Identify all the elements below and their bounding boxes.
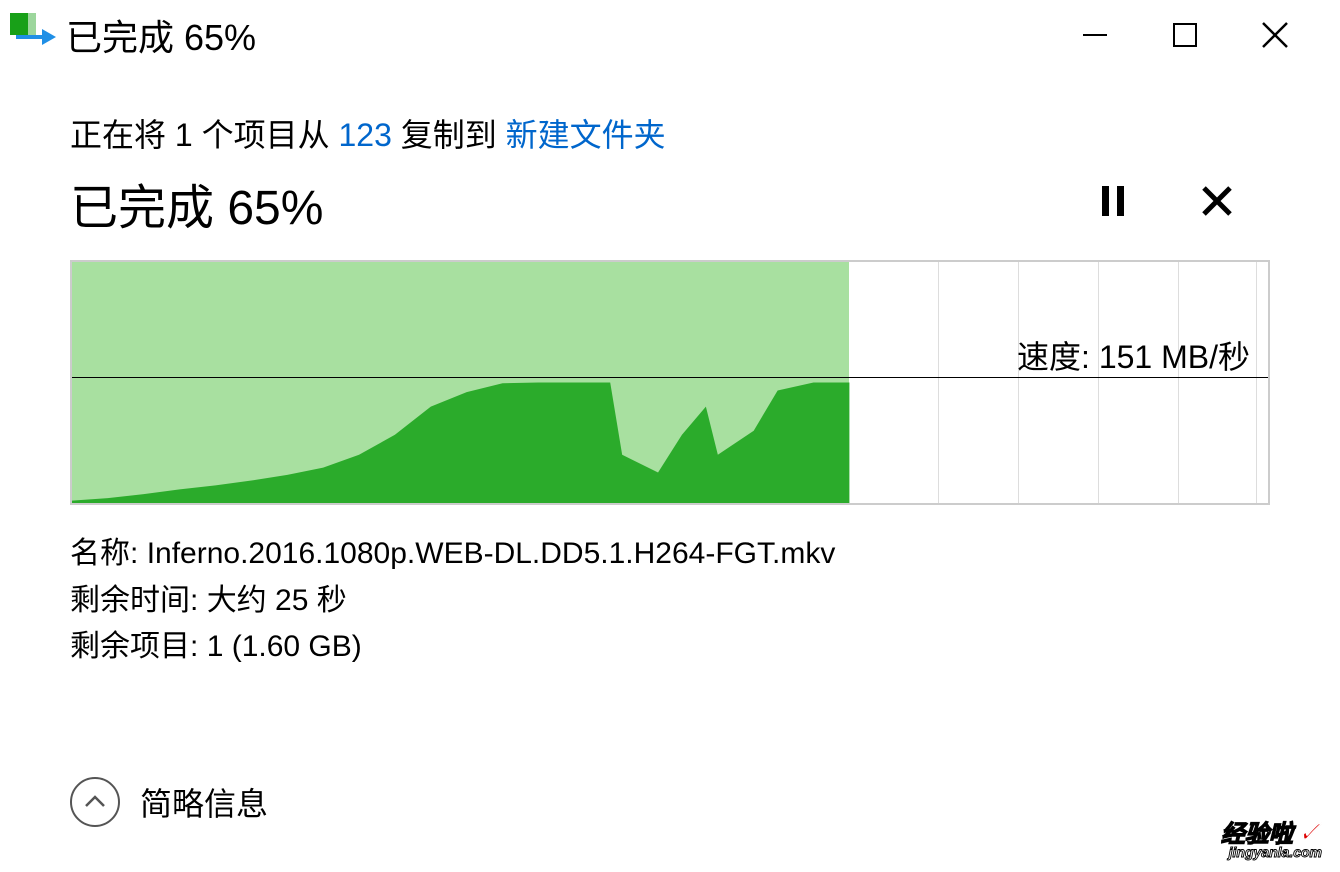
copy-middle: 复制到 bbox=[392, 117, 506, 153]
copy-prefix: 正在将 1 个项目从 bbox=[70, 117, 338, 153]
speed-chart: 速度: 151 MB/秒 bbox=[70, 260, 1270, 505]
cancel-button[interactable] bbox=[1194, 178, 1240, 229]
detail-name-label: 名称: bbox=[70, 537, 138, 570]
pause-button[interactable] bbox=[1092, 178, 1134, 229]
detail-items-row: 剩余项目: 1 (1.60 GB) bbox=[70, 624, 1270, 671]
transfer-details: 名称: Inferno.2016.1080p.WEB-DL.DD5.1.H264… bbox=[70, 531, 1270, 671]
chevron-up-icon bbox=[70, 777, 120, 827]
detail-time-value: 大约 25 秒 bbox=[207, 584, 347, 617]
speed-curve bbox=[72, 262, 1268, 503]
watermark: 经验啦✓ jingyanla.com bbox=[1221, 814, 1322, 860]
close-button[interactable] bbox=[1230, 5, 1320, 65]
progress-percent-text: 已完成 65% bbox=[70, 168, 1092, 238]
detail-items-label: 剩余项目: bbox=[70, 630, 198, 663]
source-folder-link[interactable]: 123 bbox=[338, 117, 391, 153]
progress-row: 已完成 65% bbox=[70, 168, 1270, 238]
titlebar: 已完成 65% bbox=[0, 0, 1340, 70]
window-controls bbox=[1050, 5, 1320, 65]
maximize-button[interactable] bbox=[1140, 5, 1230, 65]
details-toggle[interactable]: 简略信息 bbox=[70, 777, 268, 827]
action-buttons bbox=[1092, 178, 1240, 229]
details-toggle-label: 简略信息 bbox=[140, 779, 268, 825]
detail-name-row: 名称: Inferno.2016.1080p.WEB-DL.DD5.1.H264… bbox=[70, 531, 1270, 578]
copy-description: 正在将 1 个项目从 123 复制到 新建文件夹 bbox=[70, 110, 1270, 156]
detail-time-row: 剩余时间: 大约 25 秒 bbox=[70, 578, 1270, 625]
copy-progress-icon bbox=[10, 13, 56, 54]
speed-label: 速度: 151 MB/秒 bbox=[1017, 332, 1250, 378]
detail-items-value: 1 (1.60 GB) bbox=[207, 630, 362, 663]
watermark-url: jingyanla.com bbox=[1221, 844, 1322, 860]
detail-name-value: Inferno.2016.1080p.WEB-DL.DD5.1.H264-FGT… bbox=[147, 537, 836, 570]
detail-time-label: 剩余时间: bbox=[70, 584, 198, 617]
window-title: 已完成 65% bbox=[66, 9, 1050, 61]
dialog-content: 正在将 1 个项目从 123 复制到 新建文件夹 已完成 65% 速度: 151… bbox=[0, 110, 1340, 671]
minimize-button[interactable] bbox=[1050, 5, 1140, 65]
destination-folder-link[interactable]: 新建文件夹 bbox=[506, 117, 666, 153]
